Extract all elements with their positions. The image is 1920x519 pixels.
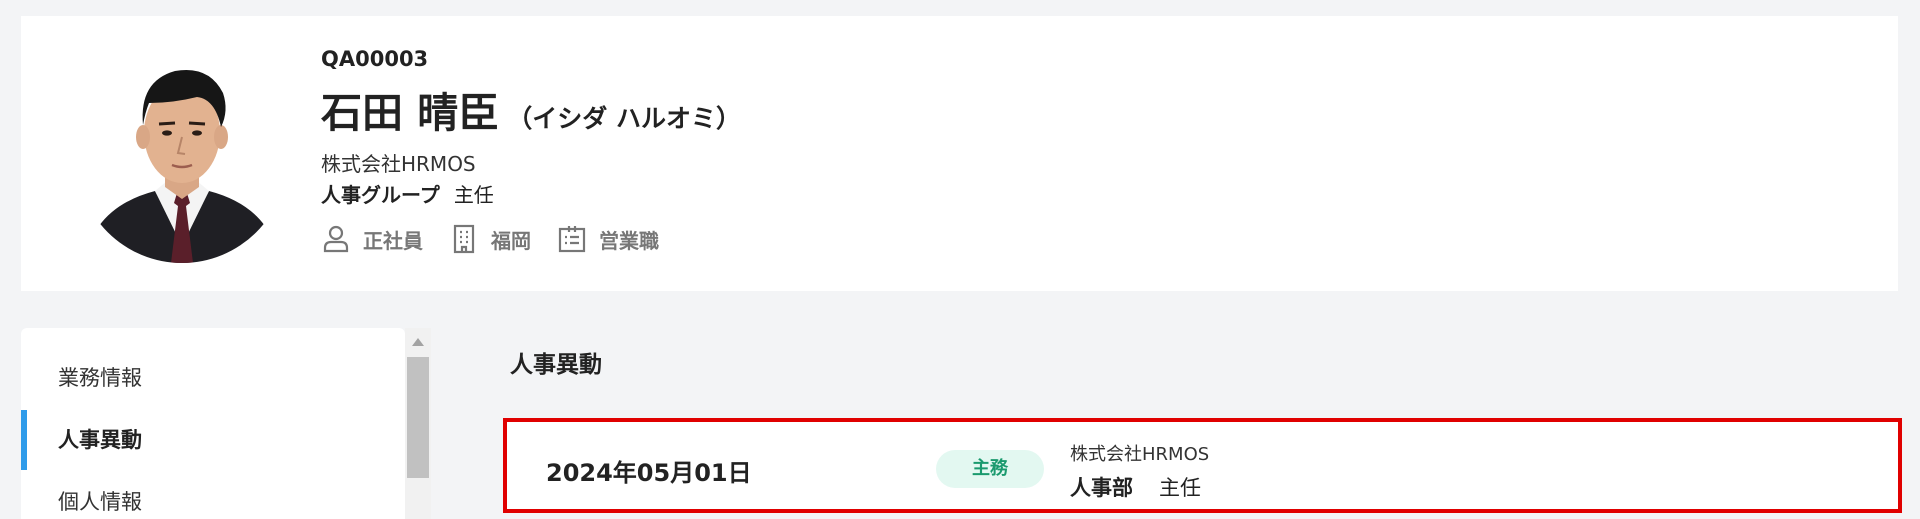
transfer-company: 株式会社HRMOS [1070, 444, 1210, 465]
scroll-up-arrow-icon[interactable] [412, 338, 424, 346]
scroll-thumb[interactable] [407, 357, 429, 478]
job-type: 営業職 [599, 228, 659, 253]
transfer-position: 主任 [1159, 476, 1201, 500]
employment-type: 正社員 [363, 228, 423, 253]
transfer-department-row: 人事部 主任 [1070, 472, 1201, 502]
employee-name-row: 石田 晴臣 （イシダ ハルオミ） [321, 79, 741, 139]
employee-code: QA00003 [321, 47, 429, 71]
transfer-record-card[interactable]: 2024年05月01日 主務 株式会社HRMOS 人事部 主任 [503, 418, 1902, 513]
building-icon [453, 224, 475, 254]
profile-header-card: QA00003 石田 晴臣 （イシダ ハルオミ） 株式会社HRMOS 人事グループ… [21, 16, 1898, 291]
company-name: 株式会社HRMOS [321, 152, 476, 176]
location: 福岡 [491, 228, 531, 253]
employee-name: 石田 晴臣 [321, 89, 500, 137]
primary-assignment-badge: 主務 [936, 450, 1044, 488]
sidebar-nav: 業務情報 人事異動 個人情報 [21, 328, 405, 519]
department-name: 人事グループ [321, 183, 440, 207]
sidebar-item-work-info[interactable]: 業務情報 [21, 348, 405, 408]
employee-meta-row: 正社員 福岡 営業職 [321, 224, 685, 254]
job-type-item: 営業職 [557, 224, 659, 254]
department-row: 人事グループ 主任 [321, 179, 494, 208]
employee-name-kana: （イシダ ハルオミ） [507, 104, 741, 133]
sidebar-scrollbar[interactable] [405, 328, 431, 519]
position-name: 主任 [453, 183, 494, 207]
transfer-department: 人事部 [1070, 476, 1133, 500]
transfer-date: 2024年05月01日 [546, 459, 752, 487]
sidebar-item-personnel-transfer[interactable]: 人事異動 [21, 410, 405, 470]
avatar [77, 41, 287, 263]
employment-type-item: 正社員 [321, 224, 423, 254]
location-item: 福岡 [449, 224, 531, 254]
sidebar-item-personal-info[interactable]: 個人情報 [21, 472, 405, 519]
id-card-icon [558, 226, 586, 253]
section-title: 人事異動 [510, 352, 602, 378]
person-icon [323, 225, 349, 253]
